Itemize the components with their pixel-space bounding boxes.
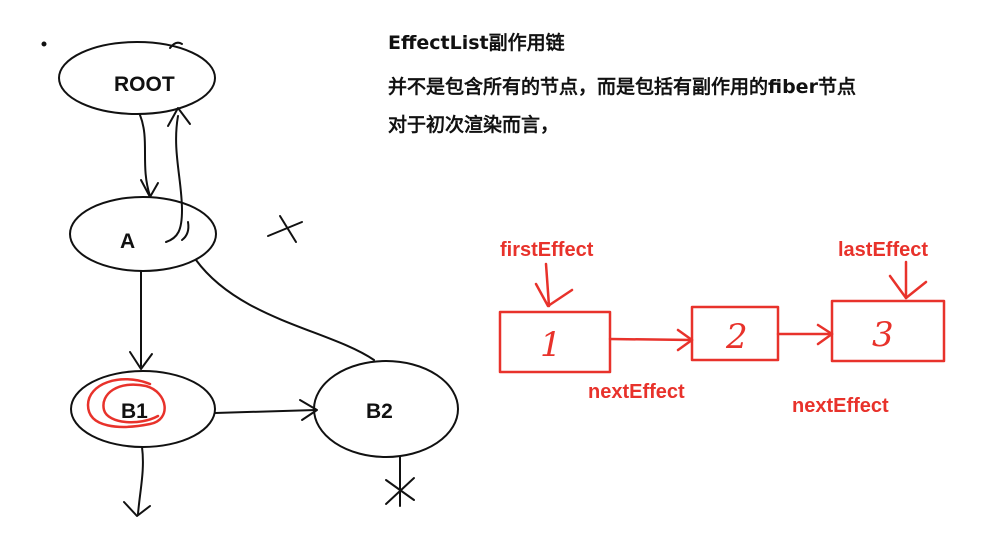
return-curl <box>181 221 190 241</box>
arrowhead-b1-down <box>123 501 151 517</box>
last-pointer-arrowhead <box>888 274 928 300</box>
next-effect-label-2: nextEffect <box>792 395 889 417</box>
edge-b1-down <box>137 446 144 515</box>
arrowhead-root-to-a <box>140 179 159 198</box>
edge-root-to-a <box>139 114 151 197</box>
node-a-label: A <box>120 230 135 253</box>
effect-box-3-number: 3 <box>872 315 894 355</box>
edge-a-to-b2 <box>195 259 375 361</box>
node-b1-label: B1 <box>121 400 148 423</box>
first-effect-label: firstEffect <box>500 239 594 261</box>
root-label: ROOT <box>114 73 175 96</box>
next-arrow-1 <box>608 337 694 342</box>
stray-dot <box>41 41 47 47</box>
edge-b1-to-b2 <box>214 409 317 414</box>
last-effect-label: lastEffect <box>838 239 928 261</box>
whiteboard-canvas: ROOT A B1 B2 firstEffect lastEffect next… <box>41 41 946 517</box>
first-pointer-line <box>544 262 551 308</box>
effect-box-1-number: 1 <box>540 325 562 365</box>
node-b2-label: B2 <box>366 400 393 423</box>
node-a <box>69 196 217 272</box>
effect-box-2-number: 2 <box>725 317 748 357</box>
next-effect-label-1: nextEffect <box>588 381 685 403</box>
edge-a-to-root <box>165 115 183 243</box>
first-pointer-arrowhead <box>534 282 574 308</box>
